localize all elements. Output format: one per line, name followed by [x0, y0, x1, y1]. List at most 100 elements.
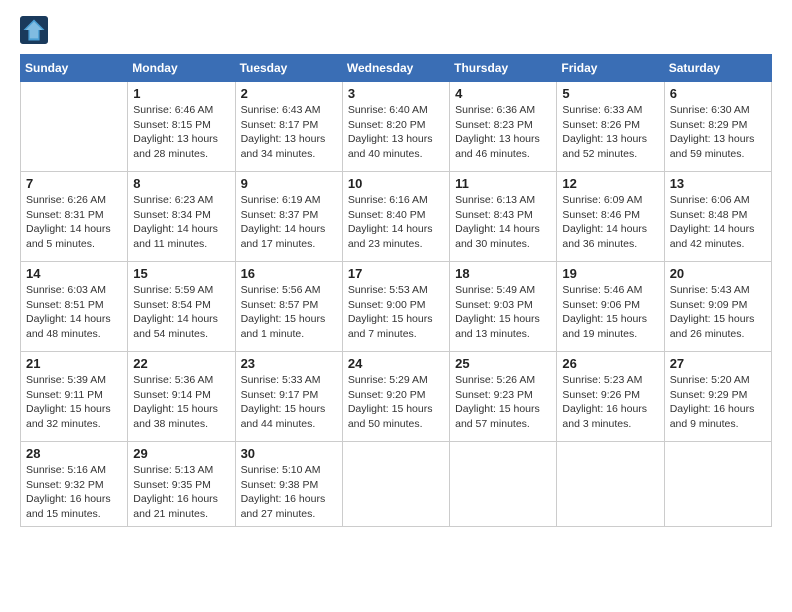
week-row: 14Sunrise: 6:03 AMSunset: 8:51 PMDayligh… [21, 262, 772, 352]
day-number: 11 [455, 176, 551, 191]
day-number: 19 [562, 266, 658, 281]
day-info: Sunrise: 5:23 AMSunset: 9:26 PMDaylight:… [562, 373, 658, 432]
day-cell: 18 Sunrise: 5:49 AMSunset: 9:03 PMDayligh… [450, 262, 557, 352]
day-cell [450, 442, 557, 527]
day-info: Sunrise: 6:13 AMSunset: 8:43 PMDaylight:… [455, 193, 551, 252]
day-number: 15 [133, 266, 229, 281]
day-info: Sunrise: 5:36 AMSunset: 9:14 PMDaylight:… [133, 373, 229, 432]
day-info: Sunrise: 5:59 AMSunset: 8:54 PMDaylight:… [133, 283, 229, 342]
day-cell: 20 Sunrise: 5:43 AMSunset: 9:09 PMDayligh… [664, 262, 771, 352]
calendar-table: SundayMondayTuesdayWednesdayThursdayFrid… [20, 54, 772, 527]
day-cell: 14Sunrise: 6:03 AMSunset: 8:51 PMDayligh… [21, 262, 128, 352]
day-number: 20 [670, 266, 766, 281]
day-info: Sunrise: 6:23 AMSunset: 8:34 PMDaylight:… [133, 193, 229, 252]
day-number: 8 [133, 176, 229, 191]
day-number: 23 [241, 356, 337, 371]
day-number: 18 [455, 266, 551, 281]
day-cell: 4 Sunrise: 6:36 AMSunset: 8:23 PMDaylight… [450, 82, 557, 172]
day-info: Sunrise: 6:33 AMSunset: 8:26 PMDaylight:… [562, 103, 658, 162]
header-row: SundayMondayTuesdayWednesdayThursdayFrid… [21, 55, 772, 82]
day-number: 1 [133, 86, 229, 101]
day-cell [557, 442, 664, 527]
day-cell: 30 Sunrise: 5:10 AMSunset: 9:38 PMDayligh… [235, 442, 342, 527]
day-info: Sunrise: 6:40 AMSunset: 8:20 PMDaylight:… [348, 103, 444, 162]
day-cell [664, 442, 771, 527]
day-cell: 15 Sunrise: 5:59 AMSunset: 8:54 PMDayligh… [128, 262, 235, 352]
day-cell: 24Sunrise: 5:29 AMSunset: 9:20 PMDayligh… [342, 352, 449, 442]
day-cell: 12Sunrise: 6:09 AMSunset: 8:46 PMDayligh… [557, 172, 664, 262]
header-cell: Tuesday [235, 55, 342, 82]
header-cell: Friday [557, 55, 664, 82]
day-number: 22 [133, 356, 229, 371]
day-cell: 7 Sunrise: 6:26 AMSunset: 8:31 PMDaylight… [21, 172, 128, 262]
day-cell: 19Sunrise: 5:46 AMSunset: 9:06 PMDayligh… [557, 262, 664, 352]
day-cell: 27 Sunrise: 5:20 AMSunset: 9:29 PMDayligh… [664, 352, 771, 442]
day-number: 30 [241, 446, 337, 461]
day-cell: 26 Sunrise: 5:23 AMSunset: 9:26 PMDayligh… [557, 352, 664, 442]
day-number: 13 [670, 176, 766, 191]
day-cell: 2 Sunrise: 6:43 AMSunset: 8:17 PMDaylight… [235, 82, 342, 172]
day-info: Sunrise: 5:16 AMSunset: 9:32 PMDaylight:… [26, 463, 122, 522]
day-info: Sunrise: 5:29 AMSunset: 9:20 PMDaylight:… [348, 373, 444, 432]
week-row: 7 Sunrise: 6:26 AMSunset: 8:31 PMDaylight… [21, 172, 772, 262]
day-info: Sunrise: 6:26 AMSunset: 8:31 PMDaylight:… [26, 193, 122, 252]
day-info: Sunrise: 5:39 AMSunset: 9:11 PMDaylight:… [26, 373, 122, 432]
day-number: 5 [562, 86, 658, 101]
day-cell [21, 82, 128, 172]
day-number: 2 [241, 86, 337, 101]
day-info: Sunrise: 6:03 AMSunset: 8:51 PMDaylight:… [26, 283, 122, 342]
day-cell: 8 Sunrise: 6:23 AMSunset: 8:34 PMDaylight… [128, 172, 235, 262]
header-cell: Thursday [450, 55, 557, 82]
day-number: 26 [562, 356, 658, 371]
week-row: 21 Sunrise: 5:39 AMSunset: 9:11 PMDayligh… [21, 352, 772, 442]
day-info: Sunrise: 6:06 AMSunset: 8:48 PMDaylight:… [670, 193, 766, 252]
day-info: Sunrise: 6:16 AMSunset: 8:40 PMDaylight:… [348, 193, 444, 252]
logo-icon [20, 16, 48, 44]
day-number: 29 [133, 446, 229, 461]
day-cell: 9 Sunrise: 6:19 AMSunset: 8:37 PMDaylight… [235, 172, 342, 262]
day-cell: 5 Sunrise: 6:33 AMSunset: 8:26 PMDaylight… [557, 82, 664, 172]
day-info: Sunrise: 5:49 AMSunset: 9:03 PMDaylight:… [455, 283, 551, 342]
day-info: Sunrise: 6:19 AMSunset: 8:37 PMDaylight:… [241, 193, 337, 252]
day-cell: 23 Sunrise: 5:33 AMSunset: 9:17 PMDayligh… [235, 352, 342, 442]
day-info: Sunrise: 5:56 AMSunset: 8:57 PMDaylight:… [241, 283, 337, 342]
day-cell: 16 Sunrise: 5:56 AMSunset: 8:57 PMDayligh… [235, 262, 342, 352]
day-info: Sunrise: 6:36 AMSunset: 8:23 PMDaylight:… [455, 103, 551, 162]
week-row: 28 Sunrise: 5:16 AMSunset: 9:32 PMDayligh… [21, 442, 772, 527]
day-number: 16 [241, 266, 337, 281]
day-number: 6 [670, 86, 766, 101]
day-info: Sunrise: 6:46 AMSunset: 8:15 PMDaylight:… [133, 103, 229, 162]
day-number: 17 [348, 266, 444, 281]
day-number: 21 [26, 356, 122, 371]
day-number: 4 [455, 86, 551, 101]
day-cell: 10 Sunrise: 6:16 AMSunset: 8:40 PMDayligh… [342, 172, 449, 262]
week-row: 1 Sunrise: 6:46 AMSunset: 8:15 PMDaylight… [21, 82, 772, 172]
day-number: 3 [348, 86, 444, 101]
day-info: Sunrise: 6:30 AMSunset: 8:29 PMDaylight:… [670, 103, 766, 162]
day-cell: 6 Sunrise: 6:30 AMSunset: 8:29 PMDaylight… [664, 82, 771, 172]
day-info: Sunrise: 5:43 AMSunset: 9:09 PMDaylight:… [670, 283, 766, 342]
day-number: 25 [455, 356, 551, 371]
day-number: 9 [241, 176, 337, 191]
day-number: 28 [26, 446, 122, 461]
header-cell: Sunday [21, 55, 128, 82]
header-cell: Saturday [664, 55, 771, 82]
day-info: Sunrise: 6:43 AMSunset: 8:17 PMDaylight:… [241, 103, 337, 162]
day-info: Sunrise: 5:10 AMSunset: 9:38 PMDaylight:… [241, 463, 337, 522]
day-info: Sunrise: 6:09 AMSunset: 8:46 PMDaylight:… [562, 193, 658, 252]
day-cell: 1 Sunrise: 6:46 AMSunset: 8:15 PMDaylight… [128, 82, 235, 172]
calendar-header: SundayMondayTuesdayWednesdayThursdayFrid… [21, 55, 772, 82]
day-info: Sunrise: 5:26 AMSunset: 9:23 PMDaylight:… [455, 373, 551, 432]
calendar-body: 1 Sunrise: 6:46 AMSunset: 8:15 PMDaylight… [21, 82, 772, 527]
header-cell: Monday [128, 55, 235, 82]
day-info: Sunrise: 5:53 AMSunset: 9:00 PMDaylight:… [348, 283, 444, 342]
day-number: 27 [670, 356, 766, 371]
day-cell: 22 Sunrise: 5:36 AMSunset: 9:14 PMDayligh… [128, 352, 235, 442]
day-number: 10 [348, 176, 444, 191]
day-info: Sunrise: 5:20 AMSunset: 9:29 PMDaylight:… [670, 373, 766, 432]
day-cell: 13 Sunrise: 6:06 AMSunset: 8:48 PMDayligh… [664, 172, 771, 262]
day-number: 7 [26, 176, 122, 191]
day-info: Sunrise: 5:33 AMSunset: 9:17 PMDaylight:… [241, 373, 337, 432]
day-cell: 28 Sunrise: 5:16 AMSunset: 9:32 PMDayligh… [21, 442, 128, 527]
header-cell: Wednesday [342, 55, 449, 82]
